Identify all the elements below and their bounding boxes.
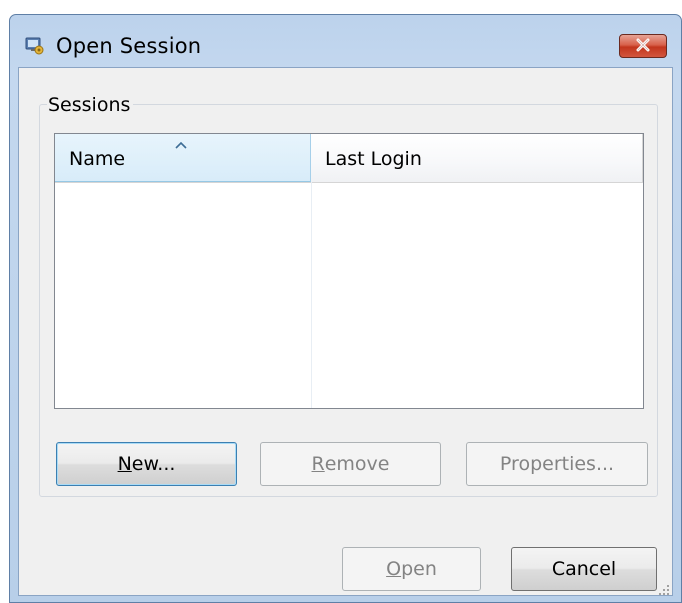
sessions-group-label: Sessions: [47, 95, 134, 115]
title-bar[interactable]: Open Session: [10, 15, 681, 65]
close-icon: [635, 37, 651, 56]
new-accelerator: N: [117, 453, 132, 475]
column-header-last-login[interactable]: Last Login: [311, 134, 643, 182]
open-accelerator: O: [386, 558, 402, 580]
cancel-button[interactable]: Cancel: [511, 547, 657, 591]
new-label-rest: ew...: [131, 453, 176, 475]
column-label-name: Name: [69, 148, 126, 170]
column-divider: [311, 182, 312, 408]
close-button[interactable]: [619, 34, 667, 58]
session-app-icon: [24, 35, 44, 55]
remove-button[interactable]: Remove: [260, 442, 441, 486]
remove-accelerator: R: [311, 453, 325, 475]
remove-label-rest: emove: [324, 453, 390, 475]
dialog-client-area: Sessions Name Last Login New... R emove …: [18, 67, 673, 596]
column-label-last-login: Last Login: [325, 148, 422, 170]
properties-button[interactable]: Properties...: [466, 442, 648, 486]
resize-grip-icon[interactable]: [658, 581, 670, 595]
open-session-dialog: Open Session Sessions Name Last Login N …: [9, 14, 682, 603]
list-header: Name Last Login: [55, 134, 643, 183]
sessions-list[interactable]: Name Last Login: [54, 133, 644, 409]
window-title: Open Session: [56, 34, 202, 58]
open-button[interactable]: Open: [342, 547, 481, 591]
open-label-rest: pen: [401, 558, 437, 580]
new-button[interactable]: New...: [56, 442, 237, 486]
sort-ascending-icon: [173, 135, 189, 149]
column-header-name[interactable]: Name: [55, 134, 311, 182]
